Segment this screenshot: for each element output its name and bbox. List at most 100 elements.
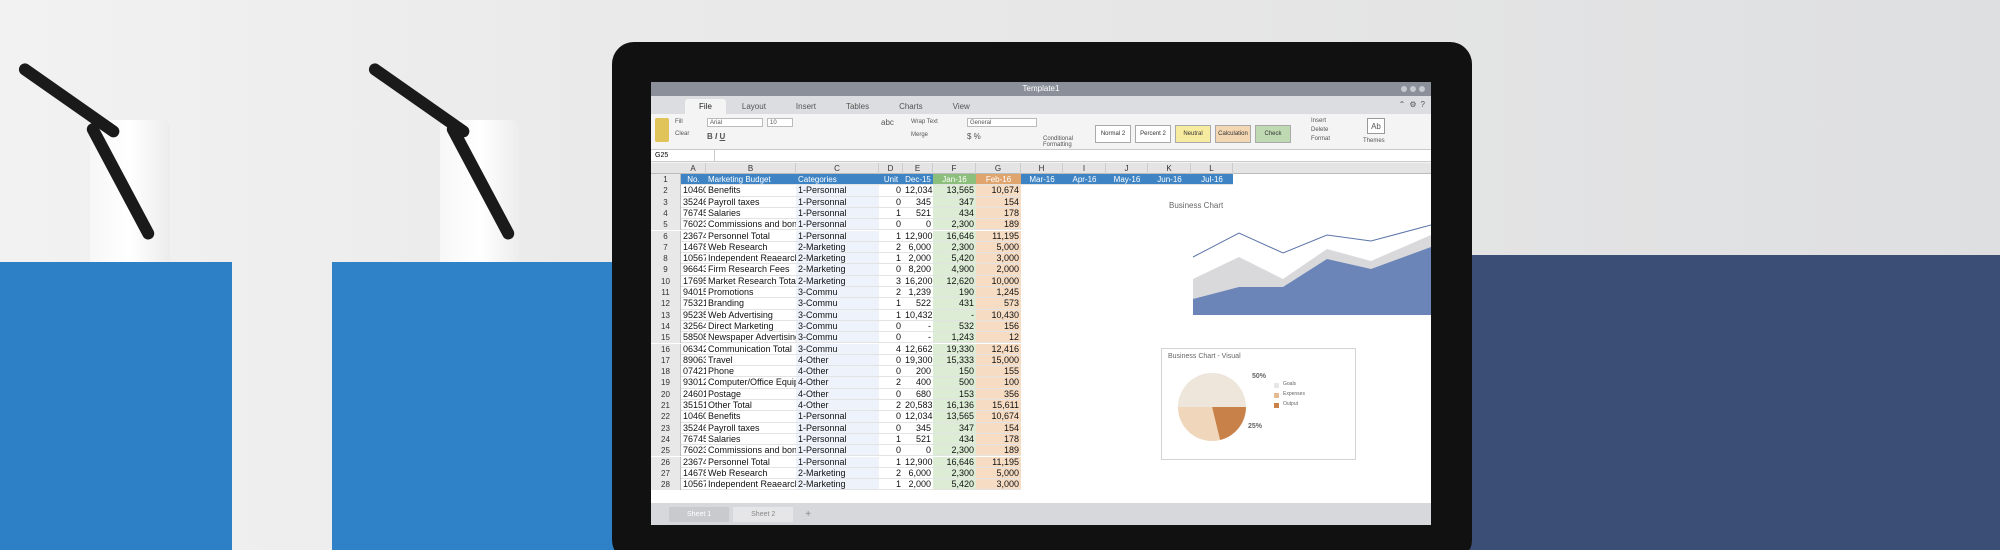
table-cell[interactable]: Other Total xyxy=(706,400,796,412)
row-number[interactable]: 27 xyxy=(651,467,681,480)
table-cell[interactable]: 347 xyxy=(933,196,976,208)
table-cell[interactable]: 3-Commu xyxy=(796,343,879,355)
tab-charts[interactable]: Charts xyxy=(885,99,937,114)
column-header[interactable]: B xyxy=(706,163,796,174)
table-cell[interactable]: 2 xyxy=(879,377,903,389)
table-cell[interactable]: 2-Marketing xyxy=(796,253,879,265)
table-cell[interactable]: 76745 xyxy=(681,208,706,220)
style-percent[interactable]: Percent 2 xyxy=(1135,125,1171,143)
table-cell[interactable]: 2 xyxy=(879,287,903,299)
table-cell[interactable]: 0 xyxy=(879,445,903,457)
column-header[interactable]: F xyxy=(933,163,976,174)
header-cell[interactable]: Mar-16 xyxy=(1021,174,1063,186)
table-cell[interactable]: 0 xyxy=(879,264,903,276)
table-cell[interactable]: 10,674 xyxy=(976,185,1021,197)
row-number[interactable]: 17 xyxy=(651,354,681,367)
table-cell[interactable]: 2-Marketing xyxy=(796,264,879,276)
table-cell[interactable]: 1 xyxy=(879,208,903,220)
table-cell[interactable]: 1 xyxy=(879,434,903,446)
table-cell[interactable]: 10460 xyxy=(681,185,706,197)
format-label[interactable]: Format xyxy=(1311,136,1330,142)
table-cell[interactable]: 8,200 xyxy=(903,264,933,276)
table-cell[interactable]: 12,034 xyxy=(903,185,933,197)
table-cell[interactable]: Independent Reaearch xyxy=(706,253,796,265)
table-cell[interactable]: 1-Personnal xyxy=(796,219,879,231)
table-cell[interactable]: 35246 xyxy=(681,197,706,208)
table-cell[interactable]: 200 xyxy=(903,366,933,378)
table-cell[interactable]: 15,333 xyxy=(933,354,976,367)
header-cell[interactable]: Apr-16 xyxy=(1063,174,1106,186)
table-cell[interactable]: Branding xyxy=(706,298,796,310)
table-cell[interactable]: Market Research Total xyxy=(706,276,796,287)
table-cell[interactable]: 522 xyxy=(903,298,933,310)
table-cell[interactable]: 1-Personnal xyxy=(796,433,879,446)
paste-icon[interactable] xyxy=(655,118,669,142)
table-cell[interactable]: 3-Commu xyxy=(796,298,879,310)
table-cell[interactable]: 178 xyxy=(976,207,1021,220)
merge-label[interactable]: Merge xyxy=(911,132,928,138)
header-cell[interactable]: May-16 xyxy=(1106,174,1148,186)
table-cell[interactable]: 75321 xyxy=(681,298,706,310)
table-cell[interactable]: 23674 xyxy=(681,231,706,242)
header-cell[interactable]: Categories xyxy=(796,174,879,186)
table-cell[interactable]: 1 xyxy=(879,457,903,468)
column-header[interactable]: E xyxy=(903,163,933,174)
font-size-select[interactable]: 10 xyxy=(767,118,793,127)
table-cell[interactable]: 12,416 xyxy=(976,343,1021,355)
table-cell[interactable]: 1-Personnal xyxy=(796,230,879,242)
table-cell[interactable]: 3-Commu xyxy=(796,287,879,299)
table-cell[interactable]: 2-Marketing xyxy=(796,467,879,480)
table-cell[interactable]: 3 xyxy=(879,276,903,287)
table-cell[interactable]: 2,000 xyxy=(903,253,933,265)
table-cell[interactable]: 13,565 xyxy=(933,411,976,423)
table-cell[interactable]: 3,000 xyxy=(976,253,1021,265)
row-number[interactable]: 5 xyxy=(651,219,681,231)
table-cell[interactable]: 11,195 xyxy=(976,456,1021,468)
gear-icon[interactable]: ⚙ xyxy=(1409,100,1416,109)
table-cell[interactable]: 35151 xyxy=(681,400,706,412)
table-cell[interactable]: 5,420 xyxy=(933,253,976,265)
row-number[interactable]: 1 xyxy=(651,174,681,186)
table-cell[interactable]: 17695 xyxy=(681,276,706,287)
table-cell[interactable]: 178 xyxy=(976,433,1021,446)
table-cell[interactable]: 12 xyxy=(976,332,1021,344)
table-cell[interactable]: 431 xyxy=(933,298,976,310)
font-name-select[interactable]: Arial xyxy=(707,118,763,127)
row-number[interactable]: 6 xyxy=(651,230,681,242)
row-number[interactable]: 19 xyxy=(651,377,681,389)
table-cell[interactable]: 1-Personnal xyxy=(796,185,879,197)
table-cell[interactable]: 150 xyxy=(933,366,976,378)
row-number[interactable]: 10 xyxy=(651,275,681,287)
table-cell[interactable]: 10567 xyxy=(681,253,706,265)
table-cell[interactable]: 1-Personnal xyxy=(796,411,879,423)
table-cell[interactable]: 16,646 xyxy=(933,456,976,468)
table-cell[interactable]: 12,034 xyxy=(903,411,933,423)
table-cell[interactable]: 1-Personnal xyxy=(796,422,879,434)
style-normal[interactable]: Normal 2 xyxy=(1095,125,1131,143)
bold-button[interactable]: B I U xyxy=(707,132,725,141)
table-cell[interactable]: 76023 xyxy=(681,219,706,231)
row-number[interactable]: 11 xyxy=(651,287,681,299)
table-cell[interactable]: 14678 xyxy=(681,468,706,480)
table-cell[interactable]: 58508 xyxy=(681,332,706,344)
sheet-tab-2[interactable]: Sheet 2 xyxy=(733,506,794,522)
row-number[interactable]: 8 xyxy=(651,253,681,265)
table-cell[interactable]: 16,136 xyxy=(933,400,976,412)
table-cell[interactable]: 96643 xyxy=(681,264,706,276)
table-cell[interactable]: 1-Personnal xyxy=(796,196,879,208)
insert-label[interactable]: Insert xyxy=(1311,118,1326,124)
table-cell[interactable]: Web Research xyxy=(706,242,796,254)
table-cell[interactable]: 06342 xyxy=(681,344,706,355)
header-cell[interactable]: Jun-16 xyxy=(1148,174,1191,186)
row-number[interactable]: 9 xyxy=(651,264,681,276)
row-number[interactable]: 12 xyxy=(651,298,681,310)
business-pie-chart[interactable]: Business Chart - Visual 50% 25% Goals Ex… xyxy=(1161,348,1356,460)
header-cell[interactable]: Feb-16 xyxy=(976,174,1021,186)
clear-label[interactable]: Clear xyxy=(675,131,689,137)
row-number[interactable]: 25 xyxy=(651,445,681,457)
table-cell[interactable]: 2,300 xyxy=(933,241,976,254)
table-cell[interactable]: 100 xyxy=(976,377,1021,389)
table-cell[interactable]: 19,300 xyxy=(903,355,933,367)
column-header[interactable]: I xyxy=(1063,163,1106,174)
table-cell[interactable]: 15,000 xyxy=(976,354,1021,367)
